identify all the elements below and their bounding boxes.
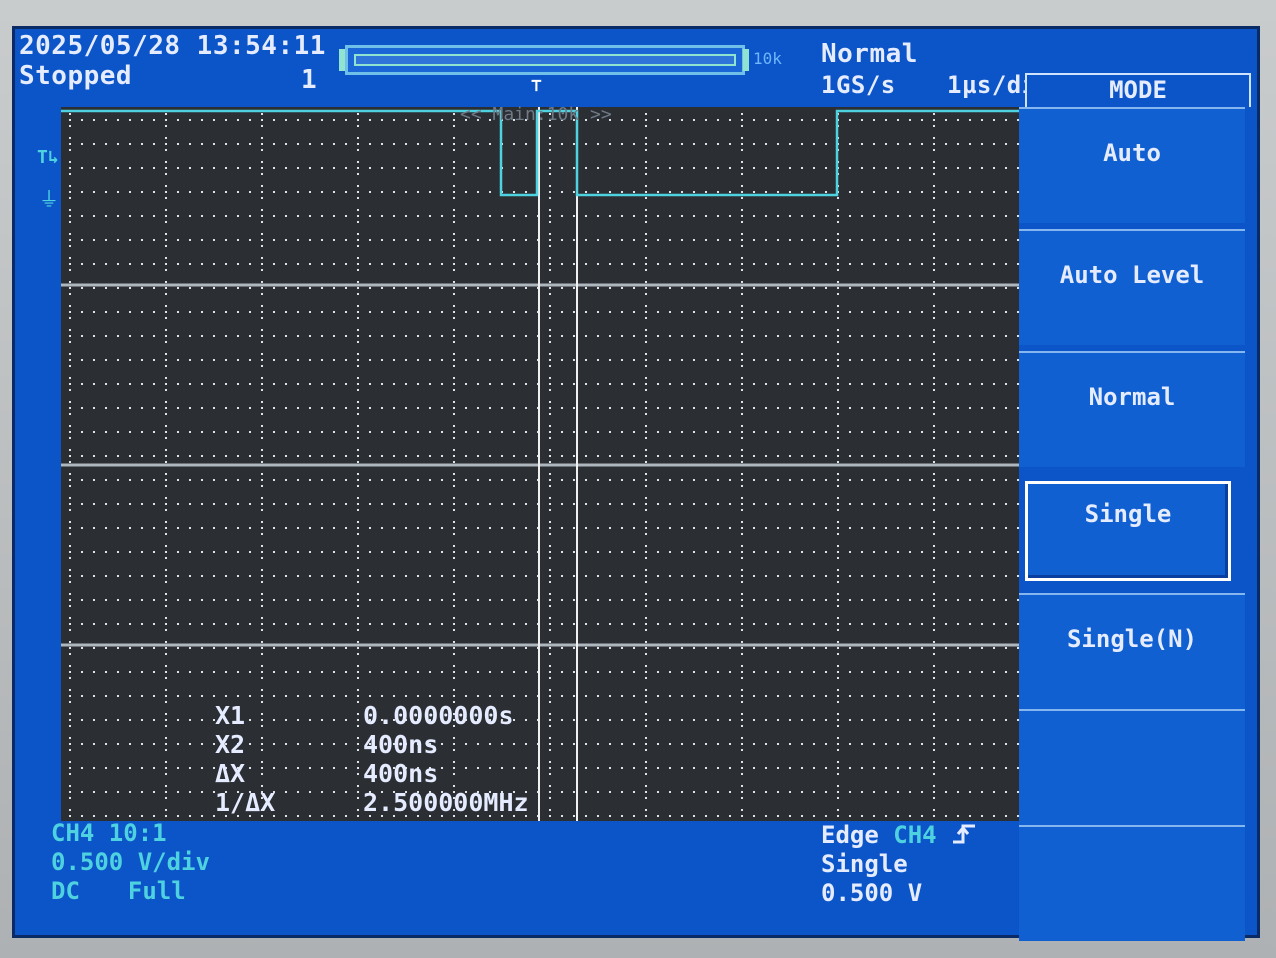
channel-bandwidth: Full: [127, 877, 186, 905]
cursor-value: 0.0000000s: [363, 701, 514, 730]
acquisition-state: Stopped: [19, 61, 133, 91]
cursor-measurements: X1 0.0000000s X2 400ns ΔX 400ns 1/ΔX 2.5…: [215, 701, 529, 817]
trigger-source: CH4: [893, 821, 937, 849]
datetime: 2025/05/28 13:54:11: [19, 31, 326, 61]
softkey-single-n[interactable]: Single(N): [1019, 593, 1245, 709]
cursor-row: ΔX 400ns: [215, 759, 529, 788]
acquisition-count: 1: [301, 65, 318, 95]
cursor-label: ΔX: [215, 759, 246, 788]
channel-name-probe: CH4 10:1: [51, 819, 167, 847]
rising-edge-icon: [951, 821, 977, 849]
sample-rate: 1GS/s: [821, 71, 896, 99]
trigger-type: Edge: [821, 821, 879, 849]
zoom-position-bar[interactable]: [345, 45, 745, 75]
trigger-position-marker[interactable]: ⊤: [531, 77, 543, 95]
ch4-ground-icon[interactable]: ⏚: [39, 189, 59, 209]
cursor-value: 400ns: [363, 759, 439, 788]
trigger-type-row: Edge CH4: [821, 821, 977, 850]
zoom-end-label: 10k: [753, 49, 782, 68]
cursor-row: X2 400ns: [215, 730, 529, 759]
mode-softkey-menu: MODE Auto Auto Level Normal Single Singl…: [1015, 73, 1251, 941]
softkey-auto-level[interactable]: Auto Level: [1019, 229, 1245, 345]
oscilloscope-screen: 2025/05/28 13:54:11 Stopped 1 10k Normal…: [12, 26, 1260, 941]
softkey-menu-title: MODE: [1025, 73, 1251, 107]
channel-scale: 0.500 V/div: [51, 848, 210, 876]
zoom-bar-right-cap: [743, 49, 749, 71]
trigger-level: 0.500 V: [821, 879, 923, 907]
channel-coupling: DC: [51, 877, 80, 905]
zoom-window-label: << Main:10k >>: [460, 104, 612, 125]
ch4-trigger-level-marker[interactable]: T↳: [37, 149, 59, 167]
trigger-mode: Single: [821, 850, 908, 878]
cursor-value: 400ns: [363, 730, 439, 759]
cursor-label: X1: [215, 701, 246, 730]
softkey-single[interactable]: Single: [1025, 481, 1231, 581]
zoom-window-indicator: [354, 54, 736, 66]
graticule: [61, 107, 1019, 821]
channel-info[interactable]: CH4 10:1 0.500 V/div DC Full: [51, 819, 210, 906]
trigger-mode-status: Normal: [821, 39, 918, 69]
waveform-area: [61, 107, 1019, 821]
softkey-normal[interactable]: Normal: [1019, 351, 1245, 467]
cursor-row: X1 0.0000000s: [215, 701, 529, 730]
cursor-value: 2.500000MHz: [363, 788, 529, 817]
cursor-label: 1/ΔX: [215, 788, 276, 817]
softkey-empty-7[interactable]: [1019, 825, 1245, 941]
softkey-empty-6[interactable]: [1019, 709, 1245, 825]
channel-coupling-bandwidth: DC Full: [51, 877, 210, 906]
trigger-info[interactable]: Edge CH4 Single 0.500 V: [821, 821, 977, 908]
cursor-label: X2: [215, 730, 246, 759]
softkey-auto[interactable]: Auto: [1019, 107, 1245, 223]
cursor-row: 1/ΔX 2.500000MHz: [215, 788, 529, 817]
